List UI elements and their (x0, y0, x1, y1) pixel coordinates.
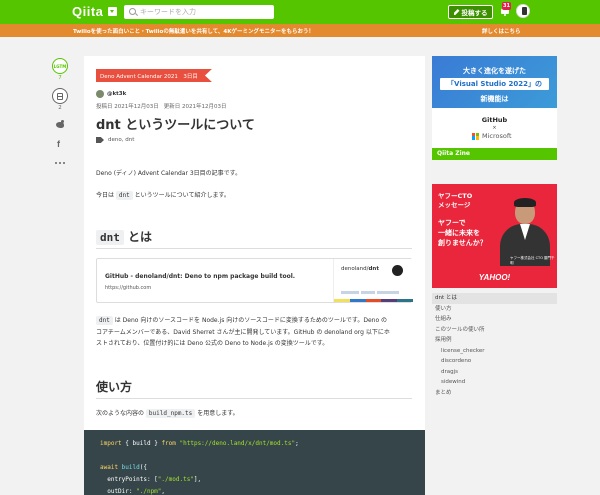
heading-text: とは (123, 230, 153, 244)
search-box[interactable] (124, 5, 274, 19)
table-of-contents: dnt とは 使い方 仕組み このツールの使い所 採用例 license_che… (432, 293, 557, 398)
tag-list: deno, dnt (96, 137, 134, 143)
banner-text[interactable]: Twilioを使った面白いこと・Twilioの無駄遣いを共有して、4Kゲーミング… (73, 27, 314, 35)
more-options-icon[interactable] (55, 162, 65, 164)
heading-dnt: dnt とは (96, 228, 412, 249)
toc-item[interactable]: discordeno (432, 356, 557, 367)
toc-item[interactable]: このツールの使い所 (432, 325, 557, 336)
lgtm-count: 7 (58, 75, 62, 81)
qiita-logo[interactable]: Qiita (72, 4, 103, 19)
link-card-title: GitHub - denoland/dnt: Deno to npm packa… (105, 273, 296, 280)
link-card-image: denoland/dnt (333, 259, 413, 302)
stock-button[interactable] (52, 88, 68, 104)
github-icon (392, 265, 403, 276)
facebook-icon[interactable]: f (57, 140, 63, 149)
text: 今日は (96, 192, 116, 199)
usage-paragraph: 次のような内容の build_npm.ts を用意します。 (96, 409, 239, 418)
cross-symbol: × (492, 125, 497, 131)
banner-link[interactable]: 詳しくはこちら (482, 27, 521, 35)
advent-calendar-tag[interactable]: Deno Advent Calendar 2021 3日目 (96, 69, 212, 82)
toc-item[interactable]: dnt とは (432, 293, 557, 304)
repo-name: denoland/dnt (341, 266, 379, 272)
ad-caption: ヤフー株式会社 CTO 藤門千明 (510, 256, 555, 265)
microsoft-icon (472, 132, 479, 140)
search-input[interactable] (140, 5, 270, 19)
author-name[interactable]: @kt3k (107, 91, 126, 97)
link-card-url: https://github.com (105, 285, 152, 291)
post-button[interactable]: 投稿する (448, 5, 493, 19)
ad-headline: 新機能は (480, 95, 509, 103)
inline-code: build_npm.ts (145, 409, 196, 418)
search-icon (129, 8, 136, 15)
inline-code: dnt (115, 191, 133, 200)
ad-body: ヤフーで 一緒に未来を 創りませんか？ (438, 219, 487, 247)
global-header: Qiita 投稿する 31 (0, 0, 600, 24)
article-title: dnt というツールについて (96, 118, 255, 133)
ad-headline: 大きく進化を遂げた (463, 67, 526, 75)
microsoft-logo: Microsoft (472, 132, 512, 140)
post-button-label: 投稿する (461, 9, 488, 17)
posted-date: 投稿日 2021年12月03日 (96, 104, 159, 110)
tag-links[interactable]: deno, dnt (108, 137, 134, 143)
twitter-icon[interactable] (56, 120, 64, 128)
toc-item[interactable]: 採用例 (432, 335, 557, 346)
pencil-icon (453, 9, 460, 15)
toc-item[interactable]: sidewind (432, 377, 557, 388)
code-line: import { build } from "https://deno.land… (100, 440, 299, 447)
campaign-banner: Twilioを使った面白いこと・Twilioの無駄遣いを共有して、4Kゲーミング… (0, 24, 600, 37)
author-avatar[interactable] (96, 90, 104, 98)
yahoo-cto-ad[interactable]: ヤフーCTO メッセージ ヤフーで 一緒に未来を 創りませんか？ ヤフー株式会社… (432, 184, 557, 288)
toc-item[interactable]: dragjs (432, 367, 557, 378)
heading-usage: 使い方 (96, 378, 412, 399)
article-body: Deno Advent Calendar 2021 3日目 @kt3k 投稿日 … (84, 56, 425, 495)
toc-item[interactable]: 仕組み (432, 314, 557, 325)
toc-item[interactable]: 使い方 (432, 304, 557, 315)
qiita-zine-label: Qiita Zine (432, 148, 557, 160)
code-line: entryPoints: ["./mod.ts"], (100, 476, 202, 483)
article-dates: 投稿日 2021年12月03日 更新日 2021年12月03日 (96, 102, 227, 110)
yahoo-logo: YAHOO! (478, 273, 511, 282)
text: というツールについて紹介します。 (132, 192, 230, 199)
stock-count: 2 (58, 105, 62, 111)
tag-icon (96, 137, 104, 143)
lgtm-button[interactable]: LGTM (52, 58, 68, 74)
inline-code: dnt (96, 316, 113, 325)
chevron-down-icon[interactable] (108, 7, 117, 16)
code-block[interactable]: import { build } from "https://deno.land… (84, 430, 425, 495)
toc-item[interactable]: license_checker (432, 346, 557, 357)
github-link-card[interactable]: GitHub - denoland/dnt: Deno to npm packa… (96, 258, 413, 303)
ad-title: ヤフーCTO メッセージ (438, 192, 473, 209)
toc-item[interactable]: まとめ (432, 388, 557, 399)
ad-headline-highlight: 「Visual Studio 2022」の (440, 78, 549, 90)
stock-icon (57, 92, 63, 100)
code-line: await build({ (100, 464, 147, 471)
user-avatar[interactable] (516, 4, 530, 18)
intro-paragraph: Deno (ディノ) Advent Calendar 3日目の記事です。 (96, 170, 242, 177)
inline-code: dnt (96, 230, 124, 245)
github-logo: GitHub (481, 116, 508, 124)
qiita-zine-ad[interactable]: 大きく進化を遂げた 「Visual Studio 2022」の 新機能は Git… (432, 56, 557, 160)
notification-badge[interactable]: 31 (502, 2, 511, 10)
description-paragraph: dnt は Deno 向けのソースコードを Node.js 向けのソースコードに… (96, 316, 390, 347)
updated-date: 更新日 2021年12月03日 (163, 104, 227, 110)
code-line: outDir: "./npm", (100, 488, 166, 495)
intro-paragraph-2: 今日は dnt というツールについて紹介します。 (96, 190, 230, 200)
